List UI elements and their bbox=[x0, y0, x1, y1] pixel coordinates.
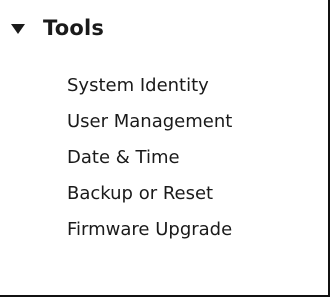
menu-item-date-time[interactable]: Date & Time bbox=[67, 140, 232, 176]
menu-item-user-management[interactable]: User Management bbox=[67, 104, 232, 140]
triangle-down-icon[interactable] bbox=[11, 24, 25, 34]
menu-item-system-identity[interactable]: System Identity bbox=[67, 68, 232, 104]
menu-item-backup-or-reset[interactable]: Backup or Reset bbox=[67, 176, 232, 212]
tools-section-header[interactable]: Tools bbox=[10, 11, 104, 45]
section-title: Tools bbox=[43, 16, 105, 40]
tools-nav-panel: Tools System Identity User Management Da… bbox=[0, 0, 330, 297]
tools-menu: System Identity User Management Date & T… bbox=[67, 68, 232, 248]
menu-item-firmware-upgrade[interactable]: Firmware Upgrade bbox=[67, 212, 232, 248]
